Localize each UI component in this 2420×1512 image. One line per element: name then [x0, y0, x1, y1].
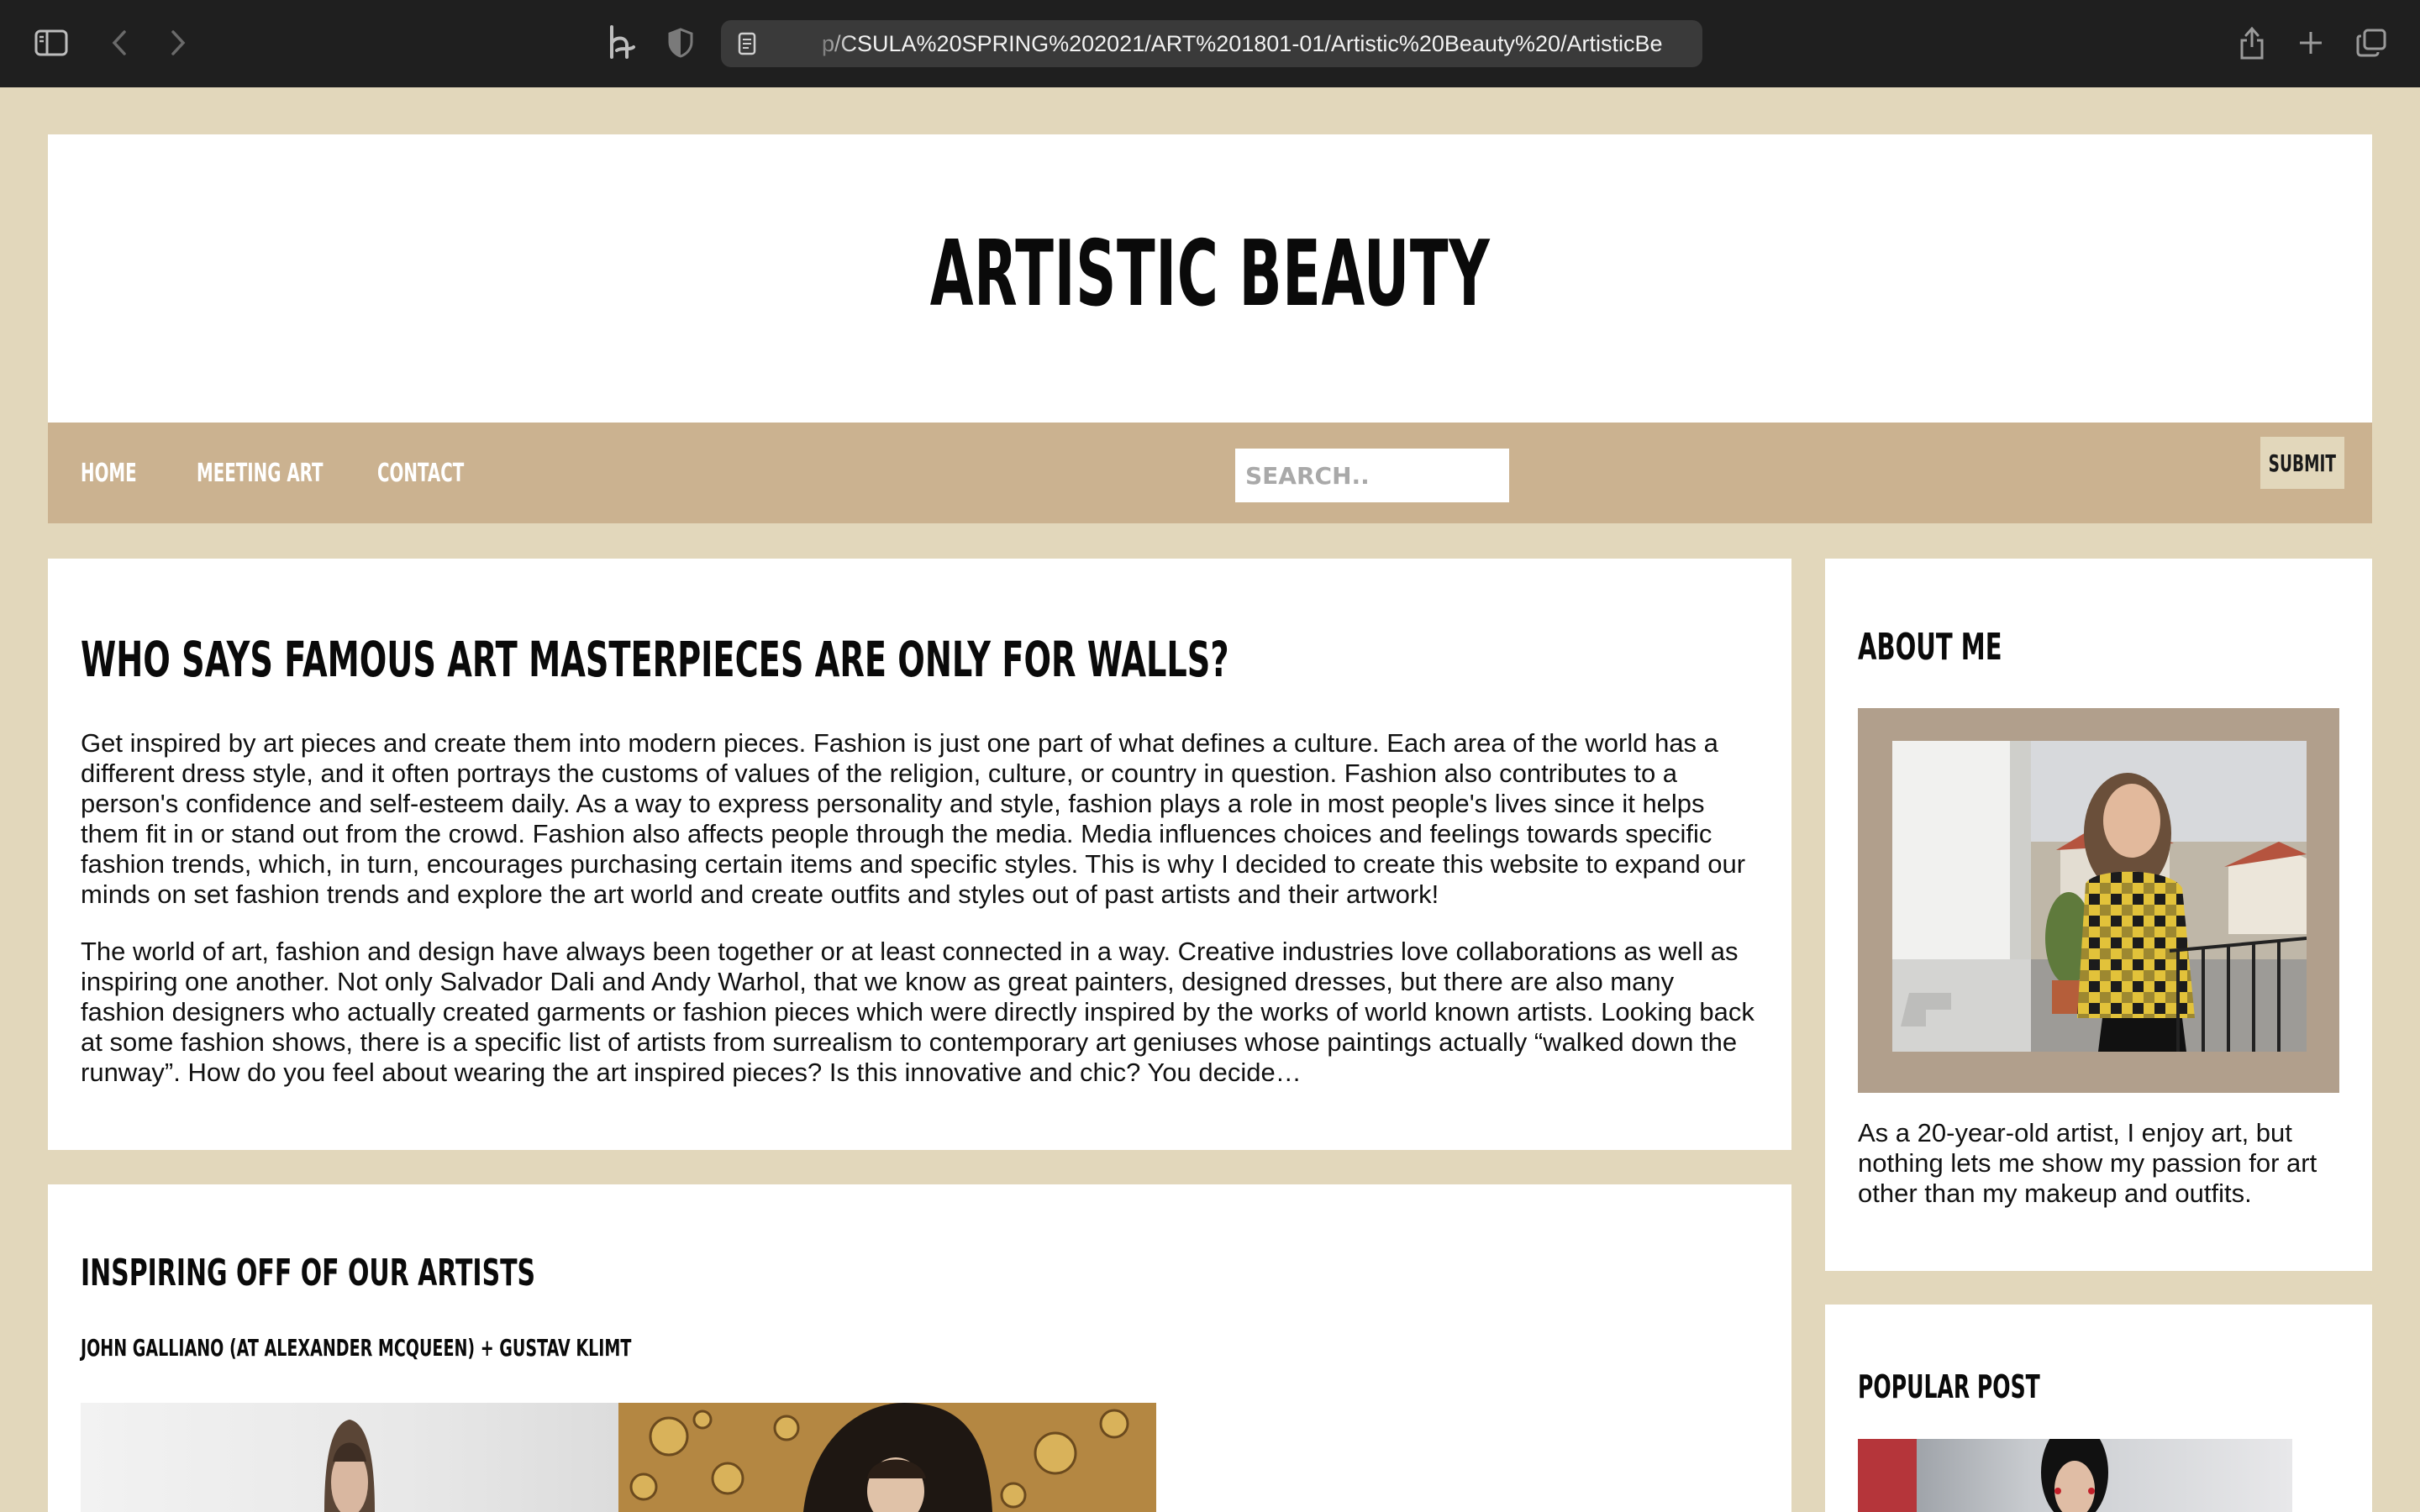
about-text: As a 20-year-old artist, I enjoy art, bu…: [1858, 1118, 2317, 1208]
address-bar[interactable]: p/CSULA%20SPRING%202021/ART%201801-01/Ar…: [721, 20, 1702, 67]
forward-icon[interactable]: [161, 25, 195, 60]
klimt-painting: [618, 1403, 1156, 1512]
shield-icon[interactable]: [664, 25, 697, 60]
tab-overview-icon[interactable]: [2353, 25, 2390, 60]
sidebar-toggle-icon[interactable]: [32, 25, 71, 60]
submit-button-label: SUBMIT: [2268, 449, 2337, 477]
nav-item-meeting-art[interactable]: MEETING ART: [197, 449, 324, 499]
submit-button[interactable]: SUBMIT: [2260, 437, 2344, 489]
url-text: p/CSULA%20SPRING%202021/ART%201801-01/Ar…: [822, 31, 1662, 56]
back-icon[interactable]: [103, 25, 136, 60]
profile-photo: [1892, 741, 2307, 1052]
intro-paragraph-2: The world of art, fashion and design hav…: [81, 937, 1754, 1087]
reader-mode-icon[interactable]: [733, 30, 761, 57]
artists-heading: INSPIRING OFF OF OUR ARTISTS: [81, 1252, 536, 1294]
share-icon[interactable]: [2235, 22, 2269, 64]
site-title: ARTISTIC BEAUTY: [929, 222, 1491, 327]
intro-paragraph-1: Get inspired by art pieces and create th…: [81, 728, 1746, 909]
honey-extension-icon[interactable]: [602, 24, 639, 62]
artists-subheading: JOHN GALLIANO (AT ALEXANDER MCQUEEN) + G…: [81, 1334, 632, 1362]
search-input[interactable]: [1235, 449, 1509, 502]
about-heading: ABOUT ME: [1858, 626, 2002, 669]
popular-post-heading: POPULAR POST: [1858, 1368, 2040, 1405]
new-tab-icon[interactable]: [2294, 25, 2328, 60]
runway-photo: [81, 1403, 618, 1512]
popular-post-image[interactable]: [1858, 1439, 2292, 1512]
browser-toolbar: p/CSULA%20SPRING%202021/ART%201801-01/Ar…: [0, 0, 2420, 87]
intro-heading: WHO SAYS FAMOUS ART MASTERPIECES ARE ONL…: [81, 631, 1229, 688]
nav-item-home[interactable]: HOME: [81, 449, 137, 499]
nav-item-contact[interactable]: CONTACT: [377, 449, 464, 499]
